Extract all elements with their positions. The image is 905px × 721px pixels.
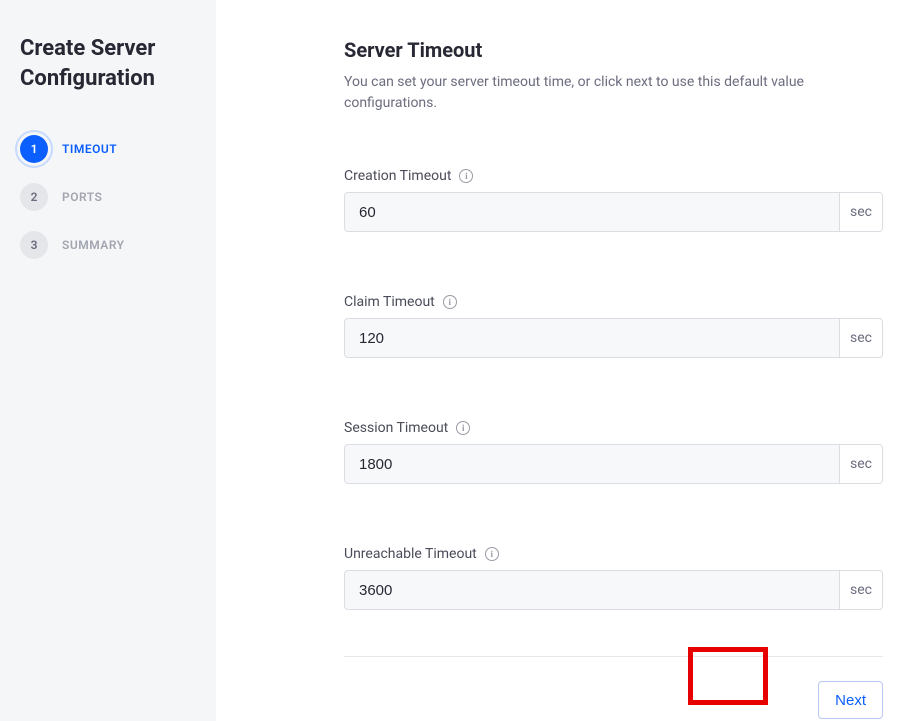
- step-label: SUMMARY: [62, 238, 125, 252]
- step-number-badge: 1: [20, 135, 48, 163]
- unit-suffix: sec: [839, 444, 883, 484]
- step-summary[interactable]: 3 SUMMARY: [20, 221, 196, 269]
- step-label: PORTS: [62, 190, 102, 204]
- field-claim-timeout: Claim Timeout i sec: [344, 294, 883, 358]
- field-unreachable-timeout: Unreachable Timeout i sec: [344, 546, 883, 610]
- info-icon[interactable]: i: [456, 421, 470, 435]
- step-number-badge: 3: [20, 231, 48, 259]
- main-content: Server Timeout You can set your server t…: [216, 0, 905, 721]
- sidebar-title: Create Server Configuration: [20, 34, 196, 93]
- claim-timeout-input[interactable]: [344, 318, 839, 358]
- footer-actions: Next: [344, 681, 883, 719]
- field-label: Creation Timeout: [344, 168, 451, 184]
- unit-suffix: sec: [839, 192, 883, 232]
- unit-suffix: sec: [839, 570, 883, 610]
- info-icon[interactable]: i: [459, 169, 473, 183]
- step-label: TIMEOUT: [62, 142, 117, 156]
- field-label: Unreachable Timeout: [344, 546, 477, 562]
- field-creation-timeout: Creation Timeout i sec: [344, 168, 883, 232]
- info-icon[interactable]: i: [443, 295, 457, 309]
- page-title: Server Timeout: [344, 38, 883, 62]
- field-session-timeout: Session Timeout i sec: [344, 420, 883, 484]
- footer-divider: [344, 656, 883, 657]
- info-icon[interactable]: i: [485, 547, 499, 561]
- unreachable-timeout-input[interactable]: [344, 570, 839, 610]
- session-timeout-input[interactable]: [344, 444, 839, 484]
- step-ports[interactable]: 2 PORTS: [20, 173, 196, 221]
- field-label: Claim Timeout: [344, 294, 435, 310]
- next-button[interactable]: Next: [818, 681, 883, 719]
- step-number-badge: 2: [20, 183, 48, 211]
- page-description: You can set your server timeout time, or…: [344, 72, 864, 114]
- wizard-steps: 1 TIMEOUT 2 PORTS 3 SUMMARY: [20, 125, 196, 269]
- field-label: Session Timeout: [344, 420, 448, 436]
- wizard-sidebar: Create Server Configuration 1 TIMEOUT 2 …: [0, 0, 216, 721]
- creation-timeout-input[interactable]: [344, 192, 839, 232]
- unit-suffix: sec: [839, 318, 883, 358]
- step-timeout[interactable]: 1 TIMEOUT: [20, 125, 196, 173]
